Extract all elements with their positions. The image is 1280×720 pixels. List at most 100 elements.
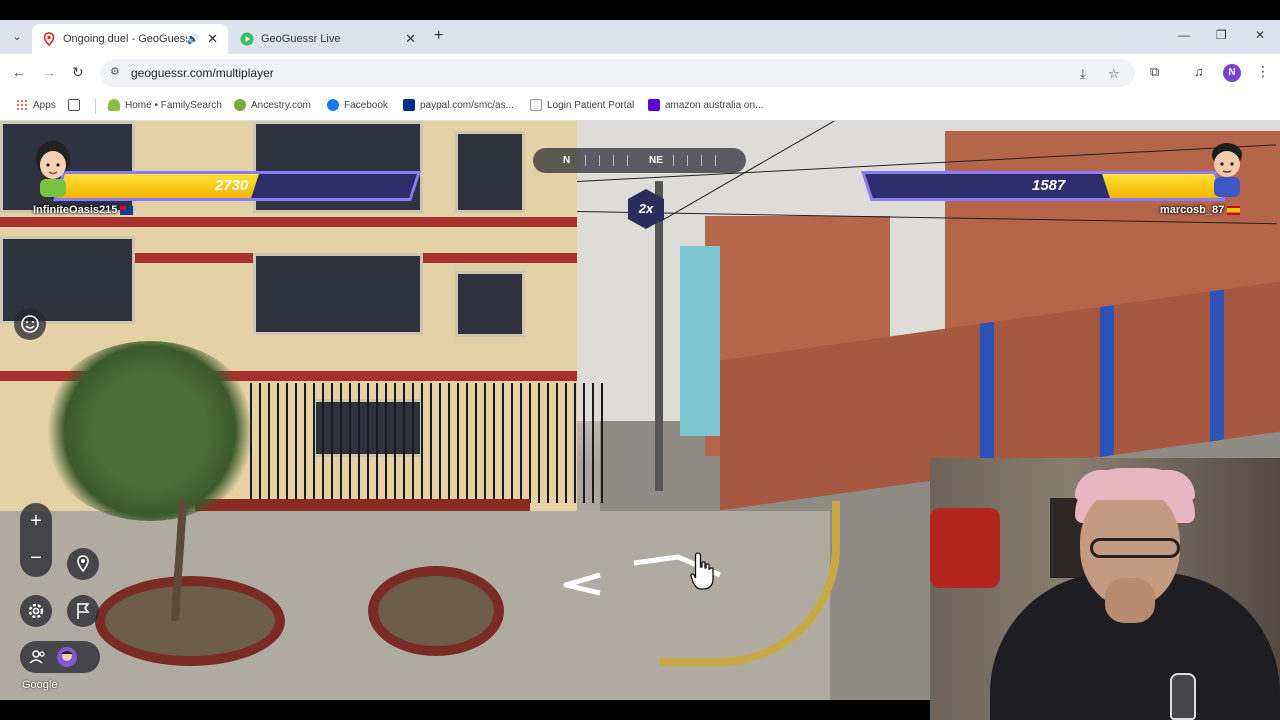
- australia-flag-icon: [120, 205, 134, 215]
- compass-tick: [715, 155, 716, 166]
- move-arrow-left-icon[interactable]: [560, 571, 604, 597]
- bookmark-familysearch[interactable]: Home • FamilySearch: [108, 99, 222, 111]
- health-value-left: 2730: [215, 177, 249, 194]
- utility-pole: [655, 181, 663, 491]
- report-flag-button[interactable]: [67, 595, 99, 627]
- forward-arrow-icon[interactable]: →: [42, 64, 56, 80]
- reload-icon[interactable]: ↻: [72, 64, 84, 81]
- webcam-bottle: [1170, 673, 1196, 720]
- tab-geoguessr-live[interactable]: GeoGuessr Live ✕: [230, 24, 426, 54]
- compass-tick: [701, 155, 702, 166]
- player-avatar-right: [1212, 143, 1242, 197]
- tab-title: GeoGuessr Live: [261, 33, 341, 45]
- media-controls-icon[interactable]: ♫: [1194, 64, 1204, 79]
- webcam-overlay: [930, 458, 1280, 720]
- bookmark-paypal[interactable]: paypal.com/smc/as...: [403, 99, 514, 111]
- ancestry-icon: [234, 99, 246, 111]
- player-name-left: InfiniteOasis215: [33, 204, 134, 216]
- bookmark-star-icon[interactable]: ☆: [1108, 66, 1120, 82]
- emote-button[interactable]: [14, 308, 46, 340]
- install-app-icon[interactable]: ⤓: [1080, 66, 1086, 82]
- geoguessr-pin-icon: [42, 32, 56, 47]
- close-tab-icon[interactable]: ✕: [207, 31, 218, 47]
- player-name-text: marcosb_87: [1160, 204, 1225, 216]
- compass-tick: [599, 155, 600, 166]
- webcam-person-cap-top: [1075, 470, 1195, 500]
- compass-tick: [627, 155, 628, 166]
- people-icon[interactable]: [28, 647, 48, 667]
- bookmark-label: Ancestry.com: [251, 99, 311, 111]
- tab-search-chevron-icon[interactable]: ⌄: [8, 28, 26, 46]
- player-name-right: marcosb_87: [1160, 204, 1241, 216]
- iron-fence: [250, 383, 610, 503]
- bookmark-ancestry[interactable]: Ancestry.com: [234, 99, 311, 111]
- bookmark-label: Apps: [33, 99, 56, 111]
- bookmark-label: Facebook: [344, 99, 388, 111]
- more-menu-icon[interactable]: ⋮: [1256, 63, 1270, 80]
- return-to-start-button[interactable]: [67, 548, 99, 580]
- player-name-text: InfiniteOasis215: [33, 204, 118, 216]
- back-arrow-icon[interactable]: ←: [12, 64, 26, 80]
- bookmark-apps[interactable]: Apps: [16, 99, 56, 111]
- window: [455, 131, 525, 213]
- gear-icon: [28, 603, 44, 619]
- bookmark-label: Home • FamilySearch: [125, 99, 222, 111]
- window: [455, 271, 525, 337]
- flag-icon: [77, 603, 90, 619]
- wall-post: [980, 321, 994, 474]
- bookmarks-bar: Apps Home • FamilySearch Ancestry.com Fa…: [0, 92, 1280, 121]
- address-bar[interactable]: ⚙ geoguessr.com/multiplayer ⤓ ☆: [100, 59, 1135, 87]
- bookmark-amazon[interactable]: amazon australia on...: [648, 99, 763, 111]
- close-tab-icon[interactable]: ✕: [405, 31, 416, 47]
- compass-tick: [585, 155, 586, 166]
- webcam-person-hand: [1105, 578, 1155, 623]
- round-planter: [368, 566, 504, 656]
- paypal-icon: [403, 99, 415, 111]
- bookmarks-divider: [95, 99, 96, 114]
- restore-icon[interactable]: ❐: [1216, 28, 1227, 42]
- window: [253, 253, 423, 335]
- bookmark-patient-portal[interactable]: Login Patient Portal: [530, 99, 634, 111]
- hand-cursor-icon: [690, 552, 714, 590]
- player-avatar-left: [36, 141, 70, 197]
- browser-toolbar: ← → ↻ ⚙ geoguessr.com/multiplayer ⤓ ☆: [0, 54, 1280, 92]
- health-value-right: 1587: [1032, 177, 1066, 194]
- webcam-chair: [930, 508, 1000, 588]
- facebook-icon: [327, 99, 339, 111]
- red-band: [0, 217, 577, 227]
- settings-button[interactable]: [20, 595, 52, 627]
- zoom-in-button[interactable]: +: [20, 503, 52, 540]
- google-attribution: Google: [22, 679, 58, 691]
- close-window-icon[interactable]: ✕: [1255, 28, 1265, 42]
- wall-post: [1210, 289, 1224, 442]
- compass-tick: [687, 155, 688, 166]
- minimize-icon[interactable]: —: [1178, 28, 1190, 42]
- extensions-puzzle-icon[interactable]: ⧉: [1150, 64, 1159, 80]
- speaker-icon[interactable]: 🔊: [187, 34, 199, 45]
- url-text: geoguessr.com/multiplayer: [131, 66, 274, 80]
- tab-title: Ongoing duel - GeoGuessr: [63, 33, 187, 45]
- bookmark-facebook[interactable]: Facebook: [327, 99, 388, 111]
- tab-groups-icon[interactable]: [68, 99, 85, 111]
- spain-flag-icon: [1227, 205, 1241, 215]
- play-icon: [240, 32, 254, 46]
- compass-tick: [613, 155, 614, 166]
- webcam-person-glasses: [1090, 538, 1180, 558]
- apps-grid-icon: [16, 99, 28, 111]
- familysearch-icon: [108, 99, 120, 111]
- new-tab-plus-icon[interactable]: +: [434, 27, 443, 45]
- compass-tick: [673, 155, 674, 166]
- bookmark-label: Login Patient Portal: [547, 99, 635, 111]
- site-settings-icon[interactable]: ⚙: [110, 65, 120, 78]
- zoom-out-button[interactable]: −: [20, 540, 52, 577]
- tree: [40, 341, 260, 521]
- tree-planter: [95, 576, 285, 666]
- profile-avatar[interactable]: N: [1223, 64, 1241, 82]
- tab-ongoing-duel[interactable]: Ongoing duel - GeoGuessr 🔊 ✕: [32, 24, 228, 54]
- yahoo-icon: [648, 99, 660, 111]
- party-avatar-icon[interactable]: [56, 646, 78, 668]
- smiley-icon: [21, 315, 39, 333]
- blue-building: [680, 246, 720, 436]
- document-icon: [530, 99, 542, 111]
- grid-icon: [68, 99, 80, 111]
